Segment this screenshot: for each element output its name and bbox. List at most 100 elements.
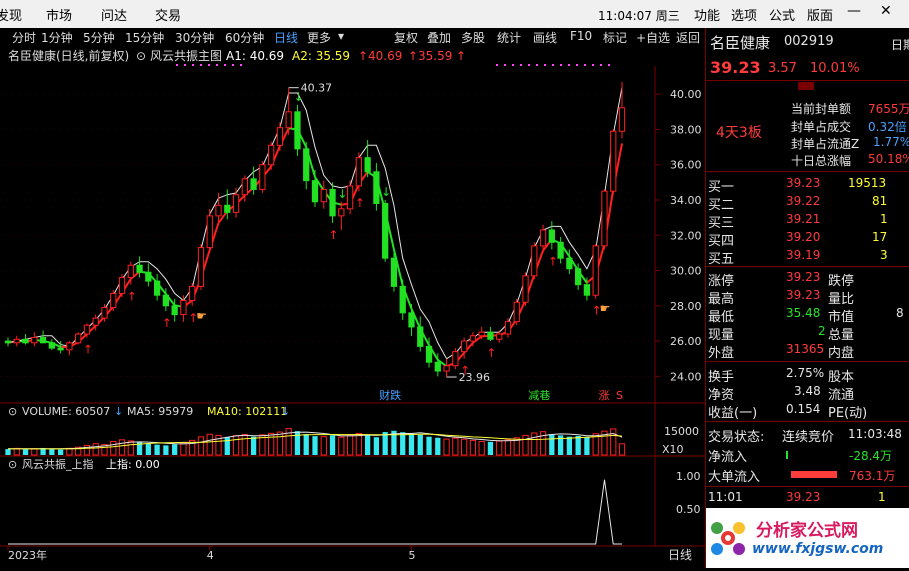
- fund-label: 净资: [708, 388, 735, 403]
- up-arrow-icon: ↑: [456, 49, 466, 63]
- date-tab[interactable]: 日期: [891, 36, 909, 53]
- tool-overlay[interactable]: 叠加: [427, 29, 451, 46]
- stock-code: 002919: [784, 34, 834, 49]
- candle-body: [118, 277, 126, 294]
- quote-value: 39.23: [786, 288, 821, 302]
- volume-bar: [566, 436, 573, 455]
- chevron-down-icon[interactable]: ▾: [338, 29, 344, 43]
- sub-indicator-value: 上指: 0.00: [106, 457, 160, 471]
- candle-body: [434, 361, 441, 372]
- down-arrow-icon: ↓: [281, 405, 290, 418]
- volume-bar: [382, 432, 388, 455]
- period-30min[interactable]: 30分钟: [175, 29, 214, 46]
- tool-f10[interactable]: F10: [570, 29, 592, 43]
- menu-market[interactable]: 市场: [46, 5, 72, 24]
- candle-body: [171, 305, 178, 316]
- quote-label: 现量: [708, 328, 735, 343]
- indicator-toggle-icon[interactable]: ⊙: [136, 49, 146, 63]
- bid-label: 买二: [708, 198, 735, 213]
- candle-body: [522, 275, 529, 303]
- candle-body: [346, 185, 354, 210]
- price-change: 3.57: [768, 61, 797, 76]
- fund-label: 收益(一): [708, 406, 758, 421]
- bid-label: 买五: [708, 252, 735, 267]
- tool-draw[interactable]: 画线: [533, 29, 557, 46]
- marker-dot: [184, 64, 186, 66]
- bid-volume: 1: [880, 212, 888, 226]
- quote-label: 市值: [828, 310, 855, 325]
- period-more[interactable]: 更多: [307, 29, 331, 46]
- menu-function[interactable]: 功能: [694, 5, 720, 24]
- quote-value: 8: [896, 306, 904, 320]
- candle-body: [145, 271, 152, 282]
- tool-adjust[interactable]: 复权: [394, 29, 418, 46]
- candle-body: [469, 335, 477, 342]
- candle-body: [303, 148, 310, 182]
- collapse-toggle[interactable]: [798, 82, 814, 90]
- stat-label: 十日总涨幅: [791, 154, 852, 168]
- big-inflow-value: 763.1万: [849, 469, 896, 483]
- hand-cursor-icon: ☛: [196, 309, 207, 323]
- quote-panel: 名臣健康 002919 日期 39.23 3.57 10.01% 4天3板 当前…: [705, 28, 909, 568]
- candle-body: [566, 257, 573, 270]
- stat-value: 0.32倍: [868, 120, 907, 134]
- candle-body: [460, 340, 468, 353]
- volume-toggle-icon[interactable]: ⊙: [8, 405, 17, 418]
- period-intraday[interactable]: 分时: [12, 29, 36, 46]
- sub-toggle-icon[interactable]: ⊙: [8, 458, 17, 471]
- period-60min[interactable]: 60分钟: [225, 29, 264, 46]
- bid-price: 39.21: [786, 212, 821, 226]
- menu-wenda[interactable]: 问达: [101, 5, 127, 24]
- volume-bar: [549, 434, 555, 455]
- volume-bar: [224, 437, 230, 455]
- bid-volume: 19513: [848, 176, 887, 190]
- tool-stats[interactable]: 统计: [497, 29, 521, 46]
- marker-dot: [512, 64, 514, 66]
- candle-body: [539, 229, 547, 247]
- main-indicator-name: 风云共振主图: [150, 49, 222, 63]
- y-tick-label: 32.00: [670, 229, 702, 242]
- candle-body: [390, 257, 398, 287]
- buy-arrow-icon: ↑: [355, 196, 365, 210]
- candle-body: [531, 245, 538, 277]
- menu-trade[interactable]: 交易: [155, 5, 181, 24]
- fund-label: 流通: [828, 388, 855, 403]
- menu-discover[interactable]: 发现: [0, 5, 22, 24]
- volume-bar: [487, 441, 494, 455]
- candle-body: [443, 365, 450, 372]
- tool-back[interactable]: 返回: [676, 29, 700, 46]
- menu-options[interactable]: 选项: [731, 5, 757, 24]
- candle-body: [592, 245, 599, 296]
- marker-dot: [176, 64, 178, 66]
- close-icon[interactable]: ✕: [880, 3, 892, 19]
- menu-layout[interactable]: 版面: [807, 5, 833, 24]
- volume-bar: [154, 444, 160, 455]
- event-label: S: [616, 389, 623, 402]
- net-inflow-value: -28.4万: [849, 449, 893, 463]
- stat-label: 当前封单额: [791, 102, 852, 116]
- net-inflow-label: 净流入: [708, 450, 748, 465]
- candle-body: [13, 338, 20, 344]
- bottom-period-tab[interactable]: 日线: [668, 548, 692, 562]
- candle-body: [417, 326, 424, 347]
- marker-dot: [208, 64, 210, 66]
- chart-area[interactable]: 名臣健康(日线,前复权) ⊙ 风云共振主图 A1: 40.69 A2: 35.5…: [0, 46, 705, 568]
- period-15min[interactable]: 15分钟: [125, 29, 164, 46]
- candle-body: [601, 190, 608, 247]
- minimize-icon[interactable]: —: [847, 3, 861, 19]
- candle-body: [92, 317, 99, 326]
- menu-formula[interactable]: 公式: [769, 5, 795, 24]
- volume-bar: [22, 449, 29, 455]
- volume-bar: [417, 434, 423, 455]
- period-1min[interactable]: 1分钟: [41, 29, 73, 46]
- x-tick-label: 5: [408, 549, 415, 562]
- period-5min[interactable]: 5分钟: [83, 29, 115, 46]
- tool-multi[interactable]: 多股: [461, 29, 485, 46]
- tool-add-favorite[interactable]: +自选: [636, 29, 670, 46]
- candle-body: [57, 347, 64, 351]
- period-daily[interactable]: 日线: [274, 29, 298, 46]
- candle-body: [583, 284, 591, 296]
- quote-value: 31365: [786, 342, 825, 356]
- tool-mark[interactable]: 标记: [603, 29, 627, 46]
- bid-volume: 17: [872, 230, 888, 244]
